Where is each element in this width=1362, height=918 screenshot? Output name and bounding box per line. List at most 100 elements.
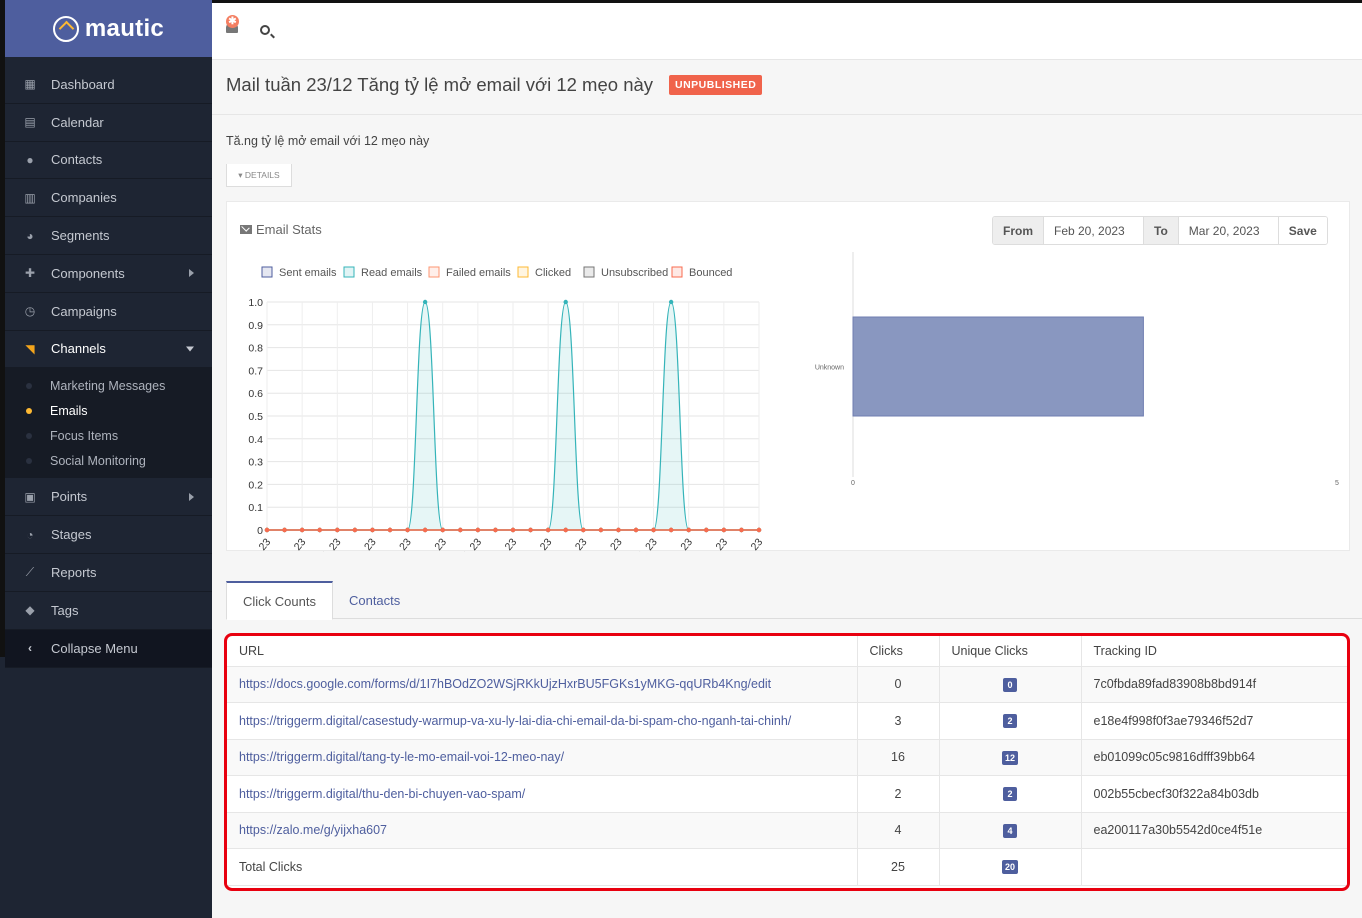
y-tick-label: 1.0 <box>248 297 263 309</box>
sidebar-subitem-emails[interactable]: Emails <box>5 398 212 423</box>
x-tick-label: Mar 10, 23 <box>548 536 590 552</box>
tracked-url-link[interactable]: https://triggerm.digital/casestudy-warmu… <box>239 714 791 728</box>
table-row: https://zalo.me/g/yijxha607 4 4 ea200117… <box>227 812 1347 849</box>
search-icon[interactable] <box>260 25 270 35</box>
total-unique-clicks-badge: 20 <box>1001 860 1018 875</box>
sidebar-item-label: Companies <box>51 190 117 206</box>
x-tick-label: 5 <box>1335 480 1339 487</box>
legend-label: Clicked <box>535 267 571 279</box>
from-label: From <box>993 217 1044 244</box>
legend-swatch <box>343 266 355 278</box>
data-point <box>458 527 463 533</box>
data-point <box>264 527 270 533</box>
collapse-menu-button[interactable]: ‹ Collapse Menu <box>5 629 212 668</box>
data-point <box>686 527 691 533</box>
calendar-icon: ▤ <box>24 115 36 130</box>
sidebar-item-label: Stages <box>51 527 92 543</box>
sidebar-item-components[interactable]: ✚ Components <box>5 255 212 293</box>
data-point <box>756 527 762 533</box>
url-column-header: URL <box>227 636 858 667</box>
tracked-url-link[interactable]: https://triggerm.digital/thu-den-bi-chuy… <box>239 787 525 801</box>
y-tick-label: 0.5 <box>248 411 263 423</box>
url-cell: https://docs.google.com/forms/d/1I7hBOdZ… <box>227 666 858 703</box>
data-point <box>651 527 656 533</box>
from-date-input[interactable]: Feb 20, 2023 <box>1044 217 1144 244</box>
data-point <box>616 527 621 533</box>
data-point <box>668 299 674 305</box>
main-nav: ▦ Dashboard ▤ Calendar ● Contacts ▥ Comp… <box>5 66 212 668</box>
unique-clicks-cell: 2 <box>939 775 1082 813</box>
tracked-url-link[interactable]: https://docs.google.com/forms/d/1I7hBOdZ… <box>239 677 771 691</box>
x-tick-label: Mar 16, 23 <box>654 536 696 552</box>
user-icon: ● <box>26 152 34 167</box>
puzzle-icon: ✚ <box>24 266 36 281</box>
save-date-range-button[interactable]: Save <box>1278 217 1327 244</box>
bar <box>852 316 1144 417</box>
clicks-column-header: Clicks <box>857 636 940 667</box>
sidebar-item-contacts[interactable]: ● Contacts <box>5 142 212 180</box>
sidebar-item-companies[interactable]: ▥ Companies <box>5 179 212 218</box>
unique-clicks-badge: 0 <box>1003 677 1017 692</box>
unique-clicks-badge: 12 <box>1001 750 1018 765</box>
x-tick-label: Feb 24, 23 <box>302 536 344 552</box>
sidebar-item-campaigns[interactable]: ◷ Campaigns <box>5 293 212 331</box>
sidebar-item-dashboard[interactable]: ▦ Dashboard <box>5 66 212 104</box>
legend-swatch <box>671 266 683 278</box>
sidebar-item-channels[interactable]: ◥ Channels <box>5 331 212 369</box>
sidebar-subitem-social-monitoring[interactable]: Social Monitoring <box>5 448 212 473</box>
y-tick-label: 0.2 <box>248 479 263 491</box>
tracked-url-link[interactable]: https://zalo.me/g/yijxha607 <box>239 823 387 837</box>
dashboard-icon: ▦ <box>24 77 36 92</box>
legend-label: Failed emails <box>446 267 511 279</box>
data-point <box>475 527 481 533</box>
bullet-icon <box>26 432 32 439</box>
x-tick-label: Mar 8, 23 <box>517 536 555 552</box>
table-header-row: URL Clicks Unique Clicks Tracking ID <box>227 636 1347 667</box>
url-cell: https://triggerm.digital/casestudy-warmu… <box>227 702 858 740</box>
mautic-logo-icon <box>52 15 79 42</box>
data-point <box>335 527 340 533</box>
click-counts-table: URL Clicks Unique Clicks Tracking ID htt… <box>227 636 1347 886</box>
sidebar-subitem-focus-items[interactable]: Focus Items <box>5 423 212 448</box>
tag-icon: ◆ <box>25 603 35 618</box>
data-point <box>387 527 393 533</box>
mautic-logo[interactable]: mautic <box>0 0 212 57</box>
sidebar-subitem-marketing-messages[interactable]: Marketing Messages <box>5 373 212 398</box>
y-tick-label: 0.4 <box>248 434 263 446</box>
y-tick-label: 0.1 <box>248 502 263 514</box>
total-row: Total Clicks 25 20 <box>227 848 1347 886</box>
details-toggle-button[interactable]: ▾ DETAILS <box>226 164 292 187</box>
data-point <box>581 527 586 533</box>
x-tick-label: Mar 14, 23 <box>618 536 660 552</box>
to-label: To <box>1144 217 1179 244</box>
email-stats-title: Email Stats <box>240 222 322 237</box>
sidebar-subitem-label: Focus Items <box>50 428 119 443</box>
legend-label: Sent emails <box>279 267 337 279</box>
sidebar-item-tags[interactable]: ◆ Tags <box>5 592 212 630</box>
data-point <box>721 527 727 533</box>
to-date-input[interactable]: Mar 20, 2023 <box>1178 217 1279 244</box>
notifications-button[interactable]: ✱ <box>224 15 240 36</box>
tab-contacts[interactable]: Contacts <box>333 581 416 619</box>
tracked-url-link[interactable]: https://triggerm.digital/tang-ty-le-mo-e… <box>239 750 564 764</box>
tab-click-counts[interactable]: Click Counts <box>226 581 333 620</box>
table-row: https://docs.google.com/forms/d/1I7hBOdZ… <box>227 666 1347 703</box>
email-stats-bar-chart: Unknown 0 5 <box>815 252 1339 487</box>
click-counts-table-wrapper: URL Clicks Unique Clicks Tracking ID htt… <box>224 633 1350 891</box>
url-cell: https://triggerm.digital/tang-ty-le-mo-e… <box>227 739 858 776</box>
sidebar-item-calendar[interactable]: ▤ Calendar <box>5 104 212 142</box>
sidebar-item-segments[interactable]: ◕ Segments <box>5 217 212 255</box>
data-point <box>493 527 498 533</box>
clock-icon: ◷ <box>24 304 36 319</box>
sidebar-item-reports[interactable]: ⟋ Reports <box>5 554 212 592</box>
calculator-icon: ▣ <box>24 489 36 504</box>
x-tick-label: Feb 26, 23 <box>337 536 379 552</box>
clicks-cell: 4 <box>857 812 940 849</box>
top-bar: ✱ <box>212 0 1362 60</box>
sidebar-item-points[interactable]: ▣ Points <box>5 478 212 517</box>
sidebar: mautic ▦ Dashboard ▤ Calendar ● Contacts… <box>0 0 212 918</box>
clicks-cell: 3 <box>857 702 940 740</box>
sidebar-item-stages[interactable]: ◔ Stages <box>5 516 212 554</box>
data-point <box>528 527 533 533</box>
sidebar-item-label: Components <box>51 265 125 281</box>
